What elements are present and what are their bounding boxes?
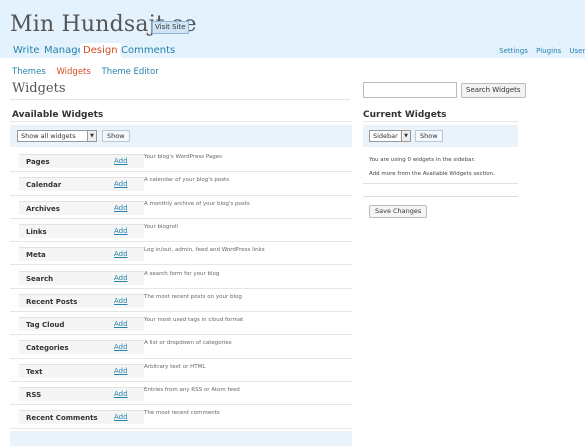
- nav-write[interactable]: Write: [10, 43, 42, 58]
- divider: [363, 196, 518, 197]
- sidebar-widget-count-text: You are using 0 widgets in the sidebar.: [369, 157, 476, 163]
- widget-description: A list or dropdown of categories: [144, 340, 232, 347]
- sub-nav: Themes Widgets Theme Editor: [12, 67, 167, 77]
- widget-name: Meta: [26, 251, 46, 260]
- widget-filter-value: Show all widgets: [21, 132, 76, 140]
- sidebar-show-button[interactable]: Show: [415, 130, 443, 142]
- page-title: Widgets: [12, 81, 66, 96]
- widget-description: Your blog's WordPress Pages: [144, 154, 223, 160]
- chevron-down-icon: ▼: [401, 131, 410, 141]
- widget-row: RSS Add Entries from any RSS or Atom feed: [10, 382, 352, 406]
- widget-row: Links Add Your blogroll: [10, 219, 352, 243]
- right-nav: Settings Plugins Users: [493, 47, 585, 55]
- widget-add-link[interactable]: Add: [114, 157, 128, 165]
- nav-settings[interactable]: Settings: [499, 47, 528, 55]
- widget-add-link[interactable]: Add: [114, 367, 128, 375]
- widget-add-link[interactable]: Add: [114, 390, 128, 398]
- widget-add-link[interactable]: Add: [114, 343, 128, 351]
- widget-add-link[interactable]: Add: [114, 297, 128, 305]
- sidebar-select-value: Sidebar 1: [373, 132, 405, 140]
- widget-description: The most recent posts on your blog: [144, 293, 242, 300]
- widget-description: A calendar of your blog's posts: [144, 177, 230, 184]
- search-widgets-input[interactable]: [363, 82, 457, 98]
- search-widgets-button[interactable]: Search Widgets: [461, 83, 526, 98]
- widget-add-link[interactable]: Add: [114, 227, 128, 235]
- nav-users[interactable]: Users: [569, 47, 585, 55]
- widget-name: Archives: [26, 204, 60, 213]
- widget-description: Your blogroll: [144, 223, 178, 230]
- widget-row: Calendar Add A calendar of your blog's pos…: [10, 172, 352, 196]
- header: Min Hundsajt.se Visit Site Write Manage …: [0, 0, 585, 59]
- widget-name: Recent Posts: [26, 297, 78, 306]
- widget-description: Entries from any RSS or Atom feed: [144, 387, 240, 393]
- widget-add-link[interactable]: Add: [114, 204, 128, 212]
- nav-design[interactable]: Design: [80, 43, 121, 59]
- filter-show-button[interactable]: Show: [102, 130, 130, 142]
- widget-description: Your most used tags in cloud format: [144, 317, 244, 324]
- widget-row: Tag Cloud Add Your most used tags in cloud…: [10, 312, 352, 336]
- widget-name: Tag Cloud: [26, 321, 65, 330]
- widget-description: Log in/out, admin, feed and WordPress li…: [144, 247, 265, 254]
- widget-add-link[interactable]: Add: [114, 320, 128, 328]
- sidebar-help-text: Add more from the Available Widgets sect…: [369, 171, 495, 177]
- divider: [363, 183, 518, 184]
- widget-add-link[interactable]: Add: [114, 180, 128, 188]
- widget-row: Pages Add Your blog's WordPress Pages: [10, 149, 352, 173]
- widget-name: Calendar: [26, 181, 62, 190]
- widget-add-link[interactable]: Add: [114, 274, 128, 282]
- widget-name: Categories: [26, 344, 69, 353]
- nav-comments[interactable]: Comments: [118, 43, 178, 58]
- widget-name: Recent Comments: [26, 414, 98, 423]
- available-widgets-heading: Available Widgets: [12, 110, 104, 120]
- widget-name: RSS: [26, 391, 42, 399]
- save-changes-button[interactable]: Save Changes: [369, 205, 428, 218]
- subnav-widgets[interactable]: Widgets: [56, 67, 90, 77]
- widget-description: A monthly archive of your blog's posts: [144, 200, 250, 207]
- sidebar-select[interactable]: Sidebar 1 ▼: [369, 130, 411, 142]
- widget-list-footer: [10, 431, 352, 446]
- divider: [10, 99, 350, 100]
- widget-description: The most recent comments: [144, 410, 220, 417]
- subnav-themes[interactable]: Themes: [12, 67, 46, 77]
- nav-plugins[interactable]: Plugins: [536, 47, 561, 55]
- widget-row: Recent Comments Add The most recent commen…: [10, 405, 352, 429]
- chevron-down-icon: ▼: [87, 131, 96, 141]
- widget-row: Text Add Arbitrary text or HTML: [10, 359, 352, 382]
- widget-row: Meta Add Log in/out, admin, feed and WordP…: [10, 242, 352, 266]
- widget-name: Search: [26, 274, 54, 283]
- widget-row: Recent Posts Add The most recent posts on …: [10, 289, 352, 313]
- divider: [10, 121, 352, 122]
- widget-add-link[interactable]: Add: [114, 250, 128, 258]
- divider: [363, 121, 518, 122]
- widget-row: Archives Add A monthly archive of your blo…: [10, 196, 352, 219]
- widget-description: A search form for your blog: [144, 270, 220, 277]
- widget-name: Links: [26, 227, 47, 236]
- subnav-theme-editor[interactable]: Theme Editor: [102, 67, 159, 77]
- widget-row: Categories Add A list or dropdown of categ…: [10, 335, 352, 359]
- widget-description: Arbitrary text or HTML: [144, 363, 206, 370]
- widget-row: Search Add A search form for your blog: [10, 266, 352, 289]
- visit-site-button[interactable]: Visit Site: [152, 21, 189, 34]
- widget-add-link[interactable]: Add: [114, 413, 128, 421]
- widget-name: Text: [26, 367, 43, 376]
- widget-filter-select[interactable]: Show all widgets ▼: [17, 130, 97, 142]
- current-widgets-heading: Current Widgets: [363, 110, 447, 120]
- widget-name: Pages: [26, 158, 50, 166]
